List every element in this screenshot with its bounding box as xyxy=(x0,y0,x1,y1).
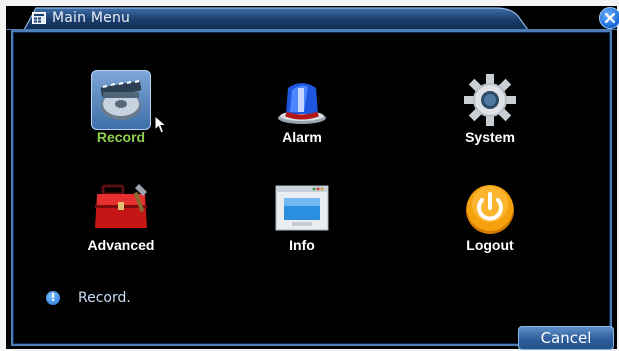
menu-item-info[interactable]: Info xyxy=(242,178,362,253)
cancel-button[interactable]: Cancel xyxy=(518,326,614,350)
power-icon xyxy=(460,178,520,238)
info-icon: ! xyxy=(46,291,60,305)
alarm-icon xyxy=(272,70,332,130)
window-title: Main Menu xyxy=(52,10,131,26)
menu-label-system: System xyxy=(465,129,515,145)
menu-label-logout: Logout xyxy=(466,237,514,253)
menu-item-logout[interactable]: Logout xyxy=(430,178,550,253)
record-icon xyxy=(91,70,151,130)
menu-label-alarm: Alarm xyxy=(282,129,322,145)
menu-item-alarm[interactable]: Alarm xyxy=(242,70,362,145)
menu-label-advanced: Advanced xyxy=(87,237,155,253)
mouse-cursor-icon xyxy=(154,115,168,134)
info-screen-icon xyxy=(272,178,332,238)
main-menu-window: Main Menu Record Alarm System Advanced I… xyxy=(6,6,619,350)
close-button[interactable] xyxy=(599,7,619,29)
menu-grid-icon xyxy=(32,12,46,24)
system-gear-icon xyxy=(460,70,520,130)
status-text: Record. xyxy=(78,290,131,306)
toolbox-icon xyxy=(91,178,151,238)
title-area: Main Menu xyxy=(32,9,130,27)
menu-item-system[interactable]: System xyxy=(430,70,550,145)
status-bar: ! Record. xyxy=(46,290,131,306)
menu-label-info: Info xyxy=(289,237,315,253)
menu-item-advanced[interactable]: Advanced xyxy=(61,178,181,253)
close-icon xyxy=(605,13,615,23)
